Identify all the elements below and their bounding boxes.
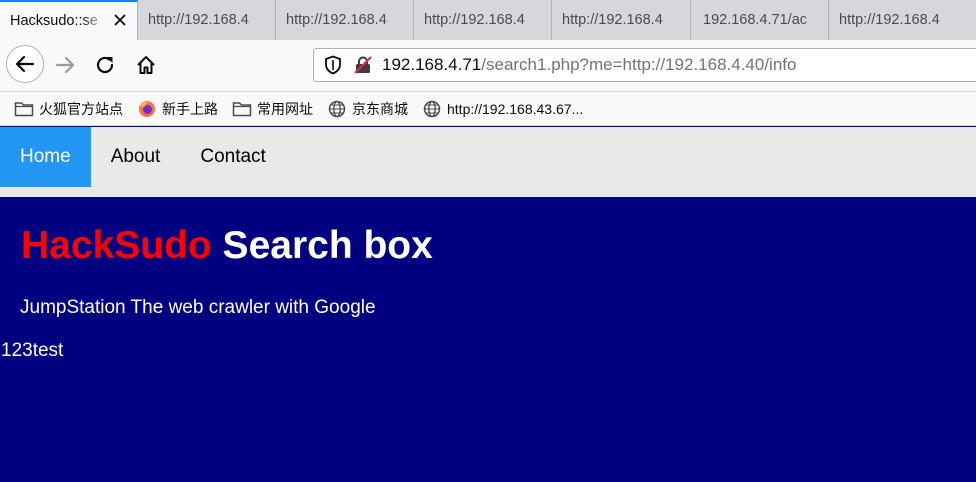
nav-home[interactable]: Home <box>0 127 91 187</box>
bookmark-firefox-official[interactable]: 火狐官方站点 <box>14 99 123 119</box>
tab-label: http://192.168.4 <box>424 12 525 28</box>
forward-button[interactable] <box>50 50 80 80</box>
home-button[interactable] <box>130 50 162 80</box>
tab-fade <box>387 0 413 40</box>
tab-hacksudo[interactable]: Hacksudo::se <box>0 0 138 40</box>
tab-strip: Hacksudo::se http://192.168.4 http://192… <box>0 0 976 40</box>
tab-2[interactable]: http://192.168.4 <box>138 0 276 40</box>
tab-label: http://192.168.4 <box>839 12 940 28</box>
bookmark-label: 火狐官方站点 <box>39 100 123 117</box>
reload-icon <box>94 54 116 76</box>
tagline: JumpStation The web crawler with Google <box>20 297 376 318</box>
tab-label: 192.168.4.71/ac <box>703 12 808 28</box>
tab-label: http://192.168.4 <box>562 12 663 28</box>
bookmarks-toolbar: 火狐官方站点 新手上路 常用网址 京东商城 http://192.168.43.… <box>0 92 976 126</box>
url-host: 192.168.4.71 <box>382 55 482 74</box>
nav-about[interactable]: About <box>91 127 181 187</box>
bookmark-getting-started[interactable]: 新手上路 <box>137 99 218 119</box>
address-bar[interactable]: 192.168.4.71/search1.php?me=http://192.1… <box>313 48 976 82</box>
arrow-left-icon <box>14 53 36 75</box>
tab-7[interactable]: http://192.168.4 <box>829 0 976 40</box>
globe-icon <box>327 100 347 118</box>
back-button[interactable] <box>6 45 44 83</box>
bookmark-label: 常用网址 <box>257 100 313 117</box>
folder-icon <box>14 100 34 118</box>
home-icon <box>135 54 157 76</box>
nav-contact[interactable]: Contact <box>180 127 285 187</box>
bookmark-jd-mall[interactable]: 京东商城 <box>327 99 408 119</box>
tab-6[interactable]: 192.168.4.71/ac <box>691 0 829 40</box>
reload-button[interactable] <box>90 50 120 80</box>
tab-fade <box>81 2 107 40</box>
page-title: HackSudo Search box <box>21 224 433 268</box>
folder-icon <box>232 100 252 118</box>
site-nav: Home About Contact <box>0 127 976 197</box>
search-output: 123test <box>1 340 64 361</box>
bookmark-label: 新手上路 <box>162 100 218 117</box>
tab-5[interactable]: http://192.168.4 <box>552 0 691 40</box>
bookmark-label: 京东商城 <box>352 100 408 117</box>
tab-fade <box>249 0 275 40</box>
tab-label: http://192.168.4 <box>148 12 249 28</box>
tab-label: http://192.168.4 <box>286 12 387 28</box>
tab-fade <box>802 0 828 40</box>
tab-4[interactable]: http://192.168.4 <box>414 0 552 40</box>
tab-fade <box>950 0 976 40</box>
url-text[interactable]: 192.168.4.71/search1.php?me=http://192.1… <box>382 55 796 75</box>
bookmark-common-sites[interactable]: 常用网址 <box>232 99 313 119</box>
firefox-icon <box>137 100 157 118</box>
bookmark-ip-address[interactable]: http://192.168.43.67... <box>422 100 583 118</box>
insecure-lock-icon[interactable] <box>352 54 374 76</box>
arrow-right-icon <box>54 54 76 76</box>
tracking-shield-icon[interactable] <box>322 54 344 76</box>
close-icon[interactable] <box>111 11 129 29</box>
navigation-toolbar: 192.168.4.71/search1.php?me=http://192.1… <box>0 40 976 92</box>
url-path: /search1.php?me=http://192.168.4.40/info <box>481 55 797 74</box>
tab-3[interactable]: http://192.168.4 <box>276 0 414 40</box>
globe-icon <box>422 100 442 118</box>
tab-fade <box>525 0 551 40</box>
tab-fade <box>664 0 690 40</box>
bookmark-label: http://192.168.43.67... <box>447 100 584 117</box>
title-text: Search box <box>211 224 433 267</box>
brand-name: HackSudo <box>21 224 212 267</box>
